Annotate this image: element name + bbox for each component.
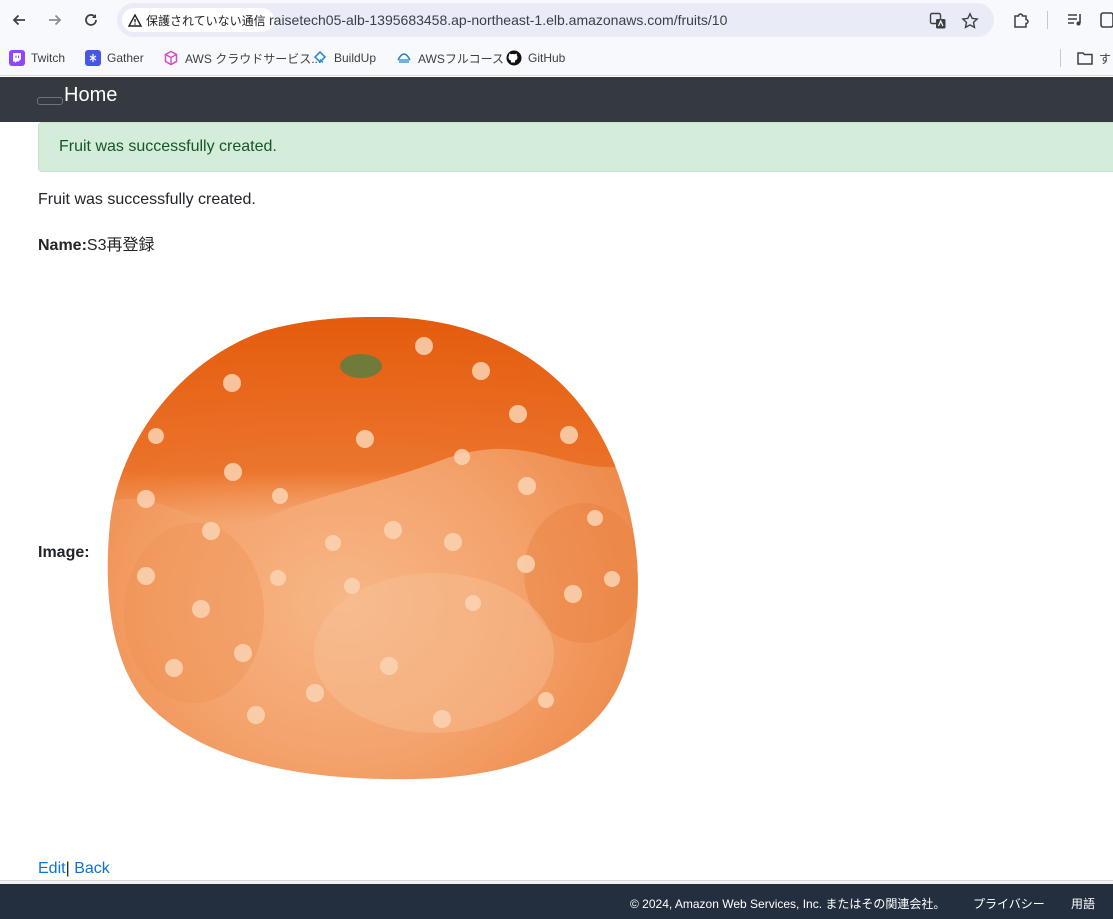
edit-link[interactable]: Edit: [38, 860, 66, 877]
media-controls-icon[interactable]: [1064, 9, 1086, 31]
bookmark-label: BuildUp: [334, 51, 377, 65]
bookmark-star-icon[interactable]: [959, 10, 981, 32]
security-label: 保護されていない通信: [146, 13, 266, 28]
aws-console-footer: © 2024, Amazon Web Services, Inc. またはその関…: [0, 884, 1113, 919]
back-arrow-icon[interactable]: [7, 8, 31, 32]
security-chip[interactable]: 保護されていない通信: [122, 8, 274, 32]
bookmark-aws-cloud[interactable]: AWS クラウドサービス...: [163, 48, 321, 68]
bookmark-label: Twitch: [31, 51, 66, 65]
sidebar-panel-icon[interactable]: [1096, 9, 1113, 31]
bookmark-label: す: [1099, 51, 1112, 66]
bookmarks-divider: [1060, 49, 1061, 67]
forward-arrow-icon[interactable]: [43, 8, 67, 32]
bookmarks-bar: Twitch Gather AWS クラウドサービス... BuildUp AW…: [0, 40, 1113, 76]
aws-course-icon: [396, 50, 412, 66]
navbar-toggler-button[interactable]: [37, 97, 63, 105]
navbar: Home: [0, 77, 1113, 122]
address-bar[interactable]: 保護されていない通信 raisetech05-alb-1395683458.ap…: [117, 3, 994, 37]
aws-cube-icon: [163, 50, 179, 66]
extensions-puzzle-icon[interactable]: [1010, 9, 1032, 31]
back-link[interactable]: Back: [74, 860, 110, 877]
buildup-icon: [312, 50, 328, 66]
footer-copyright: © 2024, Amazon Web Services, Inc. またはその関…: [630, 897, 946, 911]
reload-icon[interactable]: [79, 8, 103, 32]
bookmark-twitch[interactable]: Twitch: [9, 48, 65, 68]
link-separator: |: [65, 860, 70, 877]
name-value: S3再登録: [86, 237, 155, 254]
folder-icon: [1077, 50, 1093, 66]
bookmark-label: AWS クラウドサービス...: [185, 51, 322, 66]
bookmark-label: AWSフルコース: [418, 51, 505, 66]
footer-privacy-link[interactable]: プライバシー: [973, 895, 1045, 912]
translate-icon[interactable]: [927, 10, 949, 32]
action-links: Edit| Back: [38, 860, 110, 878]
twitch-icon: [9, 50, 25, 66]
gather-icon: [85, 50, 101, 66]
name-label: Name:: [38, 237, 87, 254]
bookmark-buildup[interactable]: BuildUp: [312, 48, 376, 68]
bookmark-folder[interactable]: す: [1077, 48, 1111, 68]
image-label: Image:: [38, 544, 90, 561]
fruit-image: [107, 316, 638, 780]
bookmark-label: Gather: [107, 51, 144, 65]
notice-text: Fruit was successfully created.: [38, 191, 256, 208]
bookmark-github[interactable]: GitHub: [506, 48, 565, 68]
url-text[interactable]: raisetech05-alb-1395683458.ap-northeast-…: [269, 12, 727, 28]
toolbar-divider: [1047, 11, 1048, 29]
bookmark-gather[interactable]: Gather: [85, 48, 144, 68]
success-alert: Fruit was successfully created.: [38, 122, 1113, 172]
home-link[interactable]: Home: [64, 84, 117, 107]
browser-toolbar: 保護されていない通信 raisetech05-alb-1395683458.ap…: [0, 0, 1113, 40]
warning-triangle-icon: [128, 13, 142, 27]
footer-terms-link[interactable]: 用語: [1071, 895, 1095, 912]
bookmark-aws-course[interactable]: AWSフルコース: [396, 48, 504, 68]
bookmark-label: GitHub: [528, 51, 566, 65]
name-row: Name:S3再登録: [38, 231, 154, 255]
github-icon: [506, 50, 522, 66]
